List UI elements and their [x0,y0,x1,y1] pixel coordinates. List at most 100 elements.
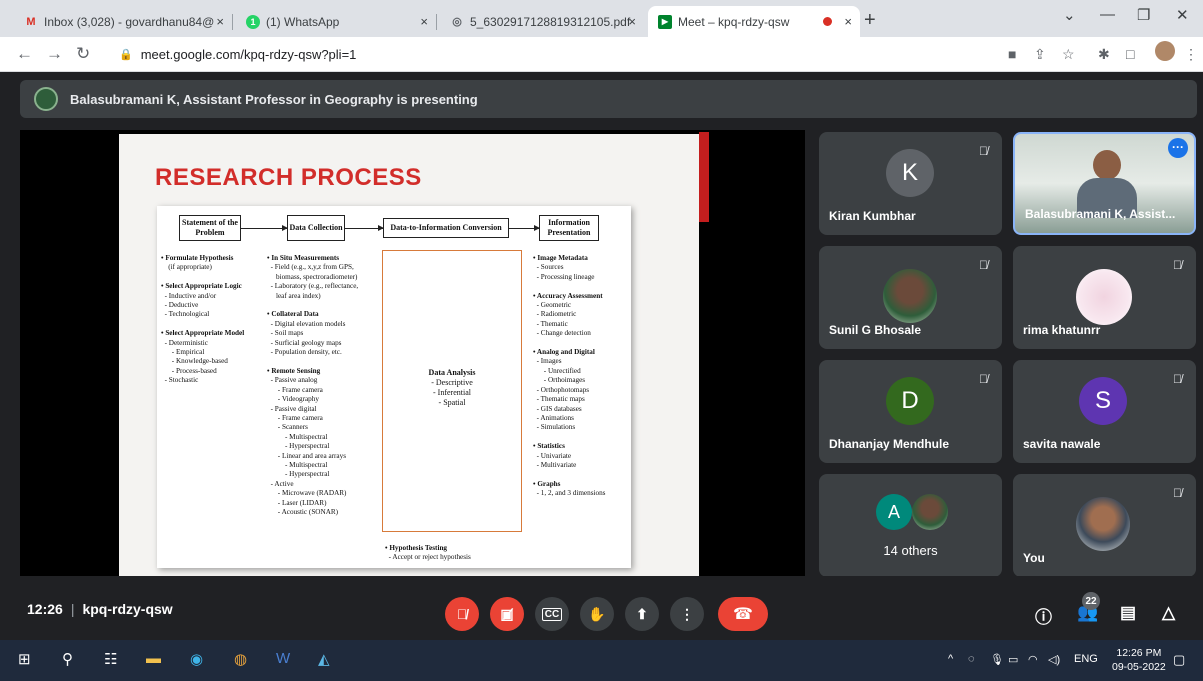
participant-tile-sunil[interactable]: 🎙̸ Sunil G Bhosale [819,246,1002,349]
presentation-slide: RESEARCH PROCESS Statement of the Proble… [119,134,699,576]
photos-icon[interactable]: ◭ [318,650,330,668]
participant-tile-dhananjay[interactable]: D 🎙̸ Dhananjay Mendhule [819,360,1002,463]
camera-indicator-icon[interactable]: ■ [1008,46,1016,62]
leave-call-button[interactable]: ☎ [718,597,768,631]
meeting-details-icon[interactable]: ⓘ [1035,603,1052,628]
tab-title: 5_6302917128819312105.pdf [470,14,631,29]
slide-line: • Accuracy Assessment [533,291,603,300]
participant-tile-presenter[interactable]: ··· Balasubramani K, Assist... [1013,132,1196,235]
slide-line: - Technological [161,310,210,319]
slide-line: - Unrectified [533,366,581,375]
participant-name: You [1023,551,1045,565]
present-button[interactable]: ⬆ [625,597,659,631]
mic-tray-icon[interactable]: 🎙 [990,653,1004,666]
task-view-icon[interactable]: ☷ [104,650,117,668]
mic-off-icon: 🎙̸ [979,144,988,158]
slide-line: - Orthoimages [533,376,586,385]
slide-accent-bar [699,132,709,222]
slide-line: • Select Appropriate Model [161,329,245,338]
profile-avatar[interactable] [1155,41,1175,61]
new-tab-button[interactable]: + [864,9,876,32]
volume-icon[interactable]: ◁) [1048,653,1060,666]
raise-hand-button[interactable]: ✋ [580,597,614,631]
participant-tile-you[interactable]: 🎙̸ You [1013,474,1196,577]
language-indicator[interactable]: ENG [1074,653,1098,665]
close-window-button[interactable]: ✕ [1176,6,1189,24]
participant-tile-rima[interactable]: 🎙̸ rima khatunrr [1013,246,1196,349]
participant-avatar: D [886,377,934,425]
maximize-button[interactable]: ❐ [1137,6,1150,24]
hand-icon: ✋ [588,605,606,622]
browser-tab-bar: M Inbox (3,028) - govardhanu84@ × 1 (1) … [0,0,1203,37]
system-clock[interactable]: 12:26 PM 09-05-2022 [1112,646,1166,674]
slide-line: - Surficial geology maps [267,338,342,347]
windows-start-icon[interactable]: ⊞ [18,650,31,668]
slide-line: - Empirical [161,348,205,357]
share-icon[interactable]: ⇪ [1034,46,1046,63]
network-icon[interactable]: ◌ [968,653,975,665]
participant-name: rima khatunrr [1023,323,1101,337]
close-tab-icon[interactable]: × [216,14,224,29]
notifications-icon[interactable]: ▢ [1173,652,1185,668]
activities-icon[interactable]: △ [1162,603,1175,623]
tab-meet[interactable]: ▶ Meet – kpq-rdzy-qsw × [648,6,860,37]
tab-whatsapp[interactable]: 1 (1) WhatsApp × [236,6,437,37]
tab-pdf[interactable]: ◎ 5_6302917128819312105.pdf × [440,6,644,37]
close-tab-icon[interactable]: × [420,14,428,29]
chat-icon[interactable]: ▤ [1120,603,1136,623]
close-tab-icon[interactable]: × [844,14,852,29]
slide-line: - Deterministic [161,338,208,347]
file-explorer-icon[interactable]: ▬ [146,650,161,667]
slide-line: • Collateral Data [267,310,319,319]
more-vert-icon: ⋮ [680,605,694,622]
back-icon[interactable]: ← [16,44,33,64]
clock-date: 09-05-2022 [1112,661,1166,673]
slide-line: - Radiometric [533,310,577,319]
close-tab-icon[interactable]: × [628,14,636,29]
tray-chevron-icon[interactable]: ^ [948,653,953,665]
edge-icon[interactable]: ◉ [190,650,203,668]
search-icon[interactable]: ⚲ [62,650,73,668]
chrome-icon[interactable]: ◍ [234,650,247,668]
word-icon[interactable]: W [276,650,290,667]
col-information-presentation: • Image Metadata - Sources - Processing … [533,254,605,499]
participant-tile-savita[interactable]: S 🎙̸ savita nawale [1013,360,1196,463]
battery-icon[interactable]: ▭ [1008,653,1018,666]
captions-icon: CC [541,607,563,621]
address-bar[interactable]: 🔒 meet.google.com/kpq-rdzy-qsw?pli=1 [105,41,995,68]
participant-photo [1076,269,1132,325]
tab-title: Inbox (3,028) - govardhanu84@ [44,14,214,29]
extensions-icon[interactable]: ✱ [1098,46,1110,63]
tab-search-icon[interactable]: ⌄ [1063,6,1076,24]
mic-toggle-button[interactable]: 🎙̸ [445,597,479,631]
reload-icon[interactable]: ↻ [76,44,90,64]
slide-line: - Videography [267,395,319,404]
slide-line: - Laser (LIDAR) [267,498,327,507]
wifi-icon[interactable]: ◠ [1028,653,1038,666]
url-text: meet.google.com/kpq-rdzy-qsw?pli=1 [140,47,357,62]
slide-line: - Thematic maps [533,395,585,404]
menu-icon[interactable]: ⋮ [1184,46,1198,63]
participant-name: Kiran Kumbhar [829,209,916,223]
captions-button[interactable]: CC [535,597,569,631]
participant-tile-others[interactable]: A 14 others [819,474,1002,577]
bookmark-star-icon[interactable]: ☆ [1062,46,1075,63]
tab-gmail[interactable]: M Inbox (3,028) - govardhanu84@ × [14,6,233,37]
slide-line: - Simulations [533,423,576,432]
slide-line [267,357,358,366]
forward-icon[interactable]: → [46,44,63,64]
col-data-collection: • In Situ Measurements - Field (e.g., x,… [267,254,358,517]
camera-toggle-button[interactable]: ▣̸ [490,597,524,631]
slide-line [161,320,244,329]
slide-line [533,433,605,442]
more-options-icon[interactable]: ··· [1168,138,1188,158]
presenter-video [1093,150,1121,180]
participant-tile-kiran[interactable]: K 🎙̸ Kiran Kumbhar [819,132,1002,235]
slide-line: - Process-based [161,366,217,375]
sidepanel-icon[interactable]: □ [1126,46,1134,62]
slide-line: - Digital elevation models [267,319,346,328]
more-options-button[interactable]: ⋮ [670,597,704,631]
windows-taskbar: ⊞ ⚲ ☷ ▬ ◉ ◍ W ◭ ^ ◌ 🎙 ▭ ◠ ◁) ENG 12:26 P… [0,640,1203,681]
slide-line: - 1, 2, and 3 dimensions [533,489,606,498]
minimize-button[interactable]: — [1100,6,1115,23]
